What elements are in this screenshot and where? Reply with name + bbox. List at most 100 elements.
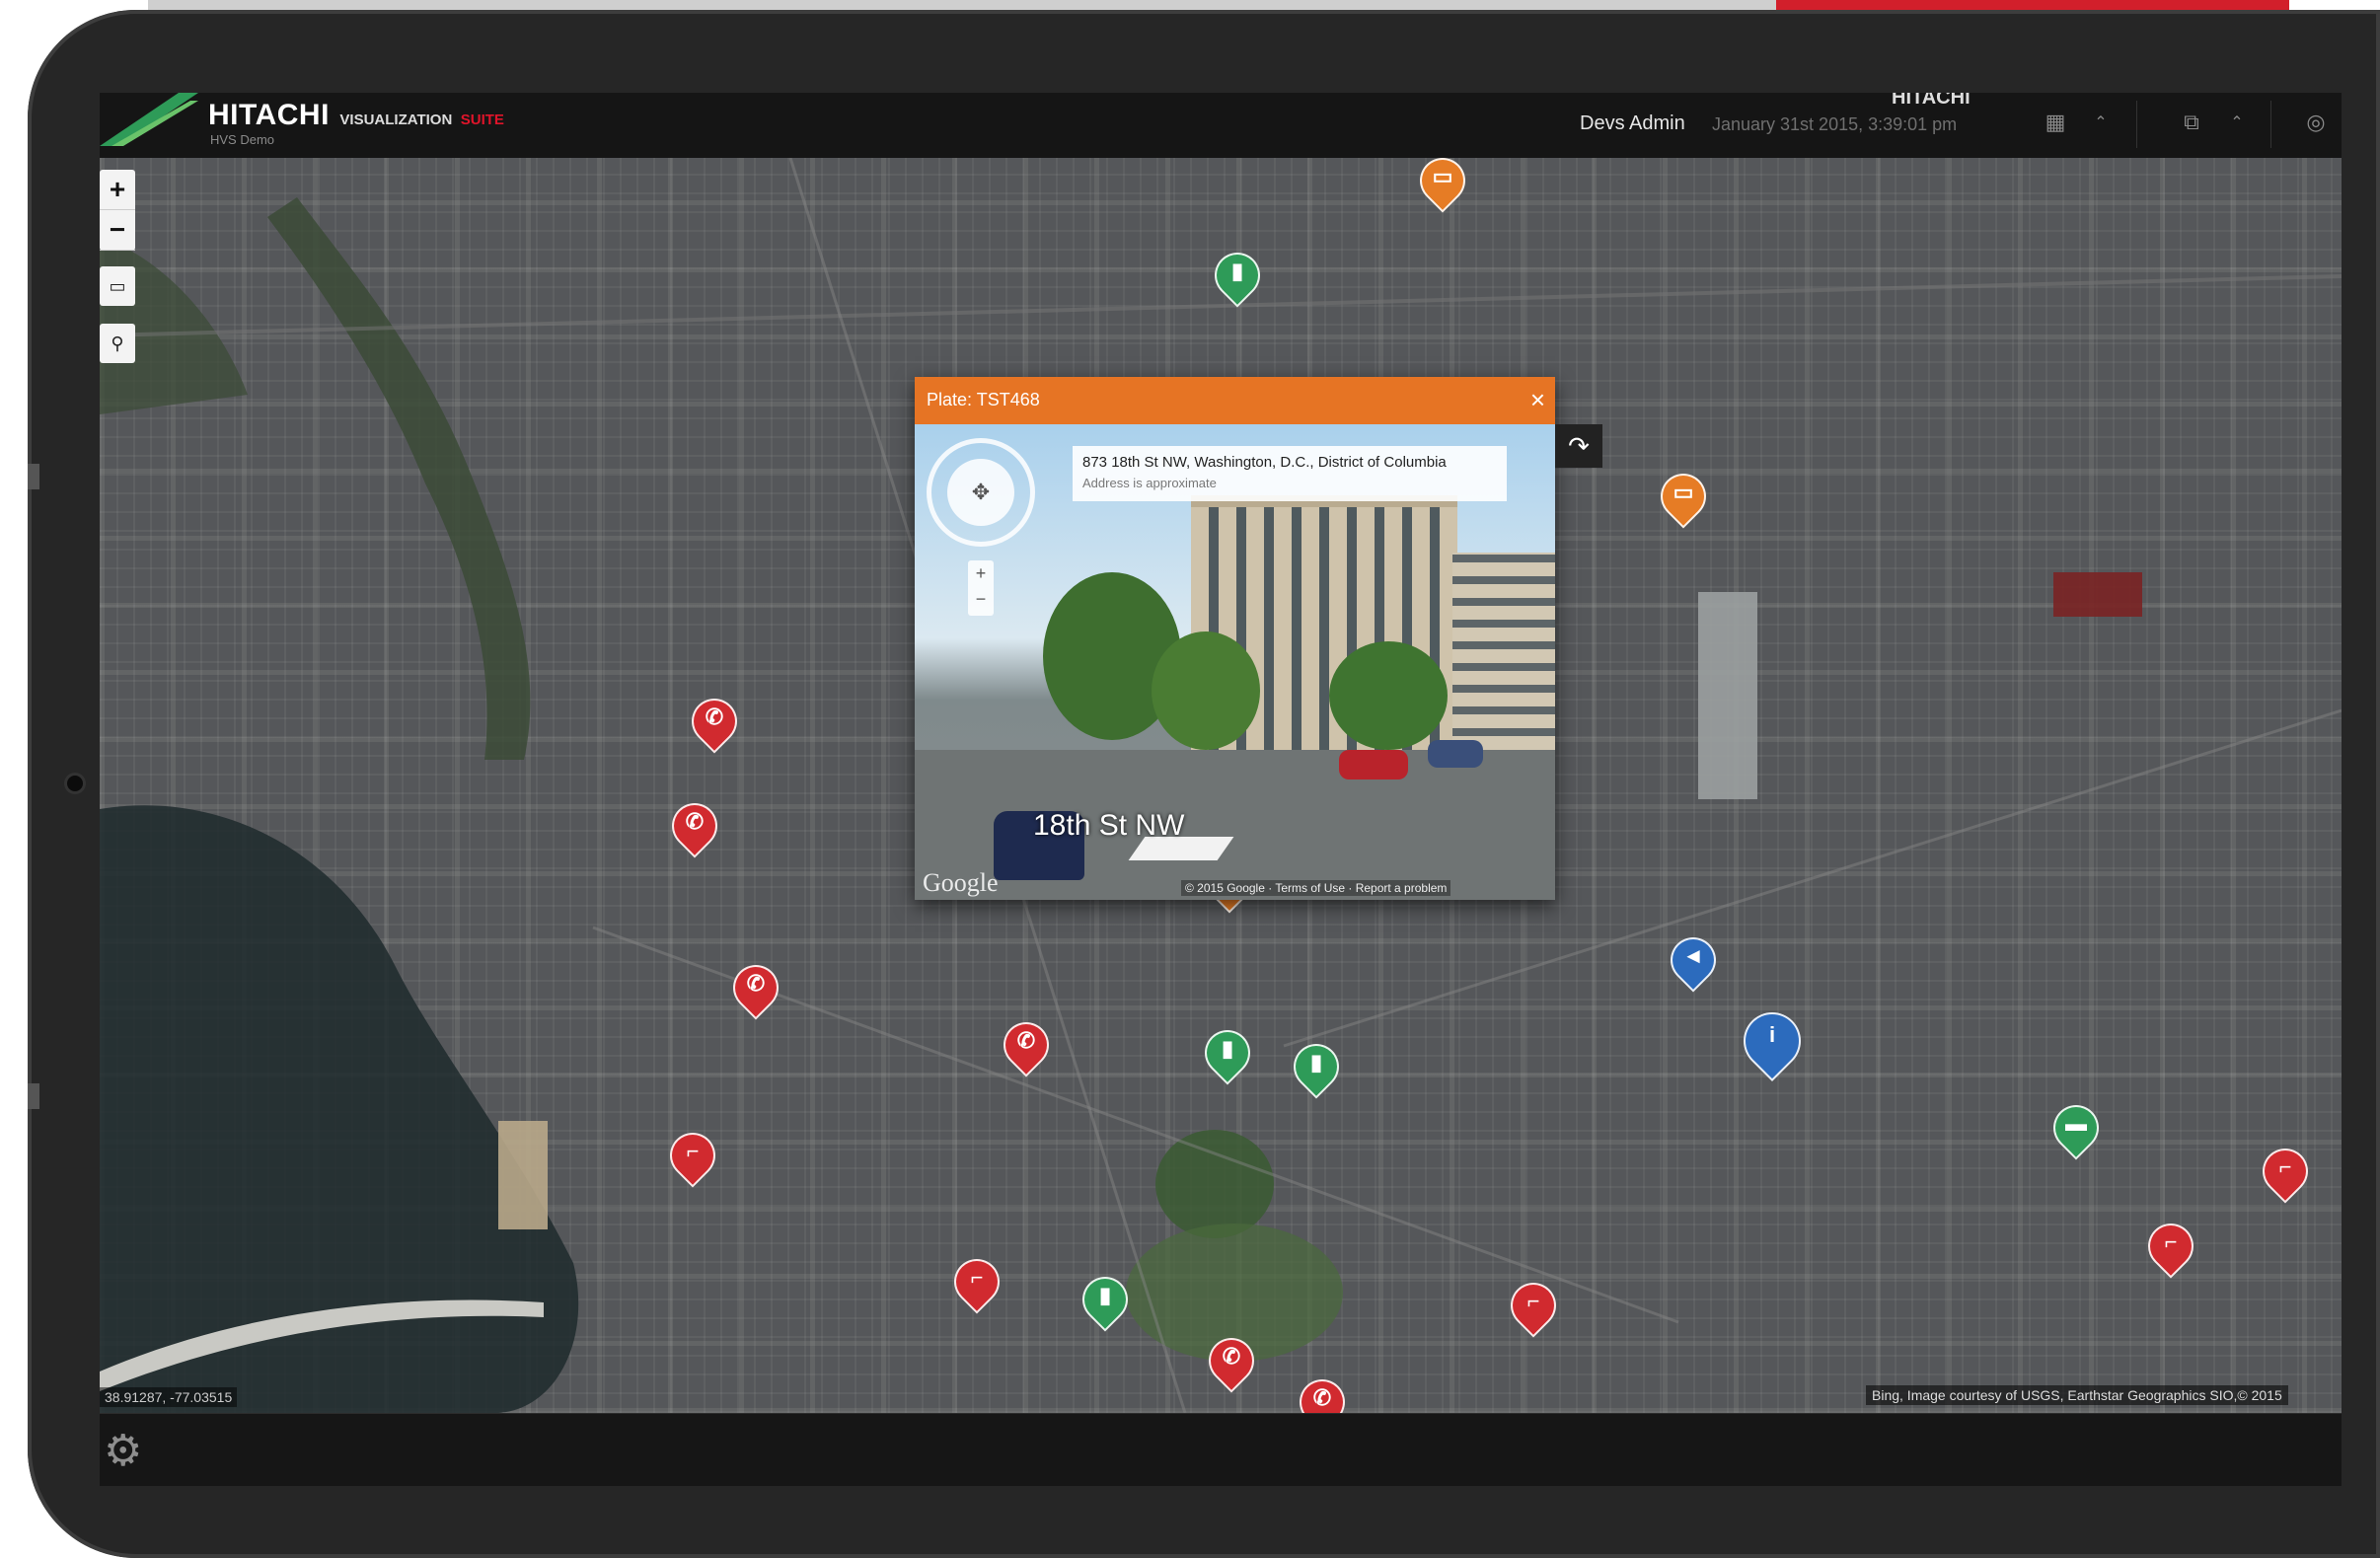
street-view-car bbox=[1428, 740, 1483, 768]
map-marker-car[interactable]: ▬ bbox=[2044, 1095, 2109, 1162]
google-watermark: Google bbox=[923, 868, 999, 897]
map-marker-phone[interactable]: ✆ bbox=[994, 1012, 1059, 1079]
window-menu-toggle[interactable]: ⌃ bbox=[2215, 103, 2259, 142]
street-view-zoom[interactable]: + − bbox=[968, 560, 994, 616]
coordinate-readout: 38.91287, -77.03515 bbox=[100, 1387, 238, 1407]
street-view-car bbox=[1339, 750, 1408, 779]
brand-name: HITACHI bbox=[208, 99, 330, 131]
share-arrow-icon: ↷ bbox=[1568, 430, 1590, 461]
chevron-up-icon: ⌃ bbox=[2094, 114, 2108, 131]
grid-menu-toggle[interactable]: ⌃ bbox=[2079, 103, 2122, 142]
map-attribution: Bing, Image courtesy of USGS, Earthstar … bbox=[1866, 1385, 2288, 1405]
address-text: 873 18th St NW, Washington, D.C., Distri… bbox=[1082, 454, 1447, 471]
trash-icon: ▮ bbox=[1309, 1050, 1323, 1075]
gun-icon: ⌐ bbox=[686, 1139, 700, 1163]
app-screen: HITACHI VISUALIZATION SUITE HVS Demo Dev… bbox=[100, 93, 2342, 1486]
brand-subtitle: HVS Demo bbox=[210, 132, 275, 147]
zoom-in-button[interactable]: + bbox=[100, 170, 135, 210]
trash-icon: ▮ bbox=[1221, 1036, 1234, 1061]
settings-button[interactable]: ◎ bbox=[2294, 103, 2338, 142]
chevron-up-icon: ⌃ bbox=[2230, 114, 2244, 131]
front-camera bbox=[67, 776, 83, 791]
current-datetime: January 31st 2015, 3:39:01 pm bbox=[1712, 114, 1958, 134]
brand-logo[interactable]: HITACHI VISUALIZATION SUITE bbox=[208, 99, 504, 132]
pan-arrows-icon: ✥ bbox=[947, 459, 1014, 526]
legend-button[interactable]: ▭ bbox=[100, 266, 135, 306]
logo-stripes-icon bbox=[100, 93, 198, 146]
map-marker-trash[interactable]: ▮ bbox=[1073, 1267, 1138, 1334]
map-marker-bus[interactable]: ▭ bbox=[1651, 464, 1716, 531]
map-marker-bus[interactable]: ▭ bbox=[1410, 158, 1475, 215]
legend-icon: ▭ bbox=[109, 275, 126, 296]
street-label: 18th St NW bbox=[1033, 809, 1185, 842]
phone-icon: ✆ bbox=[705, 705, 724, 729]
gun-icon: ⌐ bbox=[970, 1265, 984, 1290]
map-view[interactable]: + − ▭ ⚲ ▭ ▮ ▭ ✆ ✆ ▭ ✆ ◄ i ✆ ▮ ▮ ⌐ ▬ ⌐ ⌐ … bbox=[100, 158, 2342, 1413]
street-view-tree bbox=[1329, 641, 1448, 750]
close-icon[interactable]: × bbox=[1530, 385, 1545, 415]
bottom-bar: ⚙ bbox=[100, 1413, 2342, 1486]
map-marker-trash[interactable]: ▮ bbox=[1205, 243, 1270, 310]
megaphone-icon: ◄ bbox=[1682, 943, 1704, 968]
car-icon: ▬ bbox=[2065, 1111, 2087, 1136]
map-marker-gun[interactable]: ⌐ bbox=[660, 1123, 725, 1190]
popup-title: Plate: TST468 bbox=[927, 390, 1040, 409]
street-view-building bbox=[1452, 553, 1555, 750]
popup-header: Plate: TST468 × bbox=[915, 377, 1555, 424]
window-layout-icon: ⧉ bbox=[2184, 110, 2199, 134]
map-marker-phone[interactable]: ✆ bbox=[662, 793, 727, 860]
map-marker-trash[interactable]: ▮ bbox=[1284, 1034, 1349, 1101]
gun-icon: ⌐ bbox=[2278, 1154, 2292, 1179]
phone-icon: ✆ bbox=[1016, 1028, 1036, 1053]
info-icon: i bbox=[1768, 1022, 1776, 1047]
brand-suite-part2: SUITE bbox=[460, 111, 504, 128]
zoom-control: + − bbox=[100, 170, 135, 251]
map-marker-phone[interactable]: ✆ bbox=[1199, 1328, 1264, 1395]
toolbar-divider bbox=[2270, 101, 2271, 148]
map-marker-info[interactable]: i bbox=[1731, 1000, 1814, 1082]
settings-icon: ◎ bbox=[2306, 110, 2326, 134]
plate-popup: Plate: TST468 × 18th St NW ✥ + − 873 18t… bbox=[915, 377, 1555, 900]
side-button-bottom bbox=[28, 1083, 39, 1109]
gun-icon: ⌐ bbox=[1526, 1289, 1540, 1313]
map-marker-megaphone[interactable]: ◄ bbox=[1661, 927, 1726, 995]
address-note: Address is approximate bbox=[1082, 476, 1217, 490]
gun-icon: ⌐ bbox=[2164, 1229, 2178, 1254]
phone-icon: ✆ bbox=[685, 809, 705, 834]
toolbar-divider bbox=[2136, 101, 2137, 148]
map-marker-gun[interactable]: ⌐ bbox=[1501, 1273, 1566, 1340]
street-view-panel[interactable]: 18th St NW ✥ + − 873 18th St NW, Washingt… bbox=[915, 424, 1555, 900]
location-pin-icon: ⚲ bbox=[111, 333, 124, 353]
trash-icon: ▮ bbox=[1230, 259, 1244, 283]
street-view-tree bbox=[1152, 631, 1260, 750]
street-view-compass[interactable]: ✥ bbox=[927, 438, 1035, 547]
phone-icon: ✆ bbox=[1312, 1385, 1332, 1410]
corporate-mark: HITACHI bbox=[1892, 93, 1971, 109]
zoom-out-button[interactable]: − bbox=[100, 210, 135, 251]
locate-button[interactable]: ⚲ bbox=[100, 324, 135, 363]
street-view-copyright[interactable]: © 2015 Google · Terms of Use · Report a … bbox=[1181, 880, 1451, 896]
user-name[interactable]: Devs Admin bbox=[1580, 112, 1685, 135]
brand-suite-part1: VISUALIZATION bbox=[339, 111, 453, 128]
top-bar: HITACHI VISUALIZATION SUITE HVS Demo Dev… bbox=[100, 93, 2342, 159]
device-top-edge bbox=[148, 0, 1776, 10]
grid-view-button[interactable]: ▦ bbox=[2034, 103, 2077, 142]
address-box: 873 18th St NW, Washington, D.C., Distri… bbox=[1073, 446, 1507, 501]
share-button[interactable]: ↷ bbox=[1555, 424, 1602, 468]
map-marker-gun[interactable]: ⌐ bbox=[944, 1249, 1009, 1316]
device-top-accent bbox=[1776, 0, 2289, 10]
map-marker-phone[interactable]: ✆ bbox=[682, 689, 747, 756]
bus-icon: ▭ bbox=[1673, 480, 1694, 504]
map-marker-trash[interactable]: ▮ bbox=[1195, 1020, 1260, 1087]
map-marker-gun[interactable]: ⌐ bbox=[2253, 1139, 2318, 1206]
map-marker-phone[interactable]: ✆ bbox=[1290, 1370, 1355, 1413]
gear-icon[interactable]: ⚙ bbox=[104, 1426, 142, 1476]
window-layout-button[interactable]: ⧉ bbox=[2170, 103, 2213, 142]
bus-icon: ▭ bbox=[1432, 164, 1453, 188]
map-marker-phone[interactable]: ✆ bbox=[723, 955, 788, 1022]
grid-view-icon: ▦ bbox=[2045, 110, 2066, 134]
phone-icon: ✆ bbox=[746, 971, 766, 996]
map-marker-gun[interactable]: ⌐ bbox=[2138, 1214, 2203, 1281]
phone-icon: ✆ bbox=[1222, 1344, 1241, 1369]
side-button-top bbox=[28, 464, 39, 489]
